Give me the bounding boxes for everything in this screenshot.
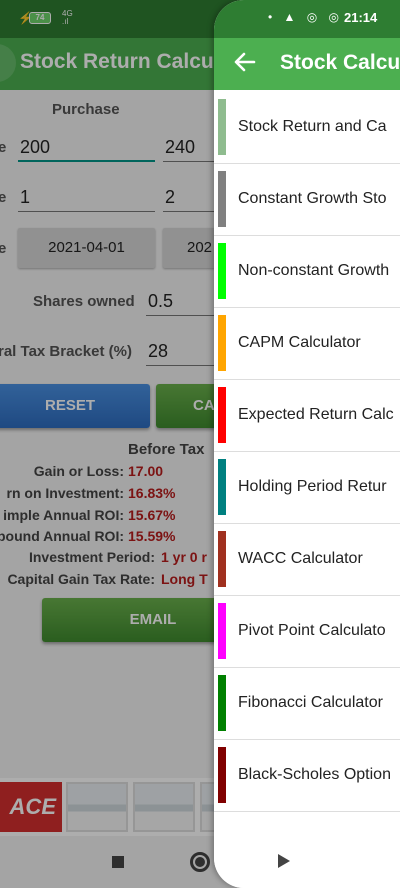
drawer-menu-item[interactable]: Pivot Point Calculato <box>214 596 400 668</box>
clock: 21:14 <box>344 10 378 25</box>
color-indicator <box>218 243 226 299</box>
color-indicator <box>218 171 226 227</box>
drawer-toolbar: Stock Calcul <box>214 38 400 90</box>
drawer-menu-item[interactable]: Constant Growth Sto <box>214 164 400 236</box>
navigation-bar <box>214 836 400 888</box>
drawer-menu-label: Constant Growth Sto <box>238 190 387 207</box>
drawer-menu: Stock Return and Ca Constant Growth Sto No… <box>214 92 400 812</box>
status-icons: • ▲ ◎ ◎ <box>268 10 344 24</box>
color-indicator <box>218 675 226 731</box>
drawer-menu-label: Pivot Point Calculato <box>238 622 386 639</box>
drawer-menu-item[interactable]: Stock Return and Ca <box>214 92 400 164</box>
navigation-drawer: • ▲ ◎ ◎ 21:14 Stock Calcul Stock Return … <box>214 0 400 888</box>
back-arrow-icon[interactable] <box>232 49 258 75</box>
drawer-menu-item[interactable]: Fibonacci Calculator <box>214 668 400 740</box>
status-bar: • ▲ ◎ ◎ 21:14 <box>214 0 400 38</box>
drawer-menu-label: Fibonacci Calculator <box>238 694 383 711</box>
color-indicator <box>218 531 226 587</box>
drawer-menu-label: Black-Scholes Option <box>238 766 391 783</box>
drawer-menu-label: Holding Period Retur <box>238 478 387 495</box>
color-indicator <box>218 99 226 155</box>
drawer-menu-item[interactable]: CAPM Calculator <box>214 308 400 380</box>
drawer-menu-item[interactable]: Non-constant Growth <box>214 236 400 308</box>
drawer-menu-label: Non-constant Growth <box>238 262 390 279</box>
drawer-menu-item[interactable]: WACC Calculator <box>214 524 400 596</box>
color-indicator <box>218 747 226 803</box>
drawer-menu-item[interactable]: Expected Return Calc <box>214 380 400 452</box>
drawer-menu-item[interactable]: Holding Period Retur <box>214 452 400 524</box>
color-indicator <box>218 315 226 371</box>
drawer-menu-label: Expected Return Calc <box>238 406 394 423</box>
color-indicator <box>218 603 226 659</box>
back-nav-icon[interactable] <box>278 854 290 868</box>
drawer-menu-label: CAPM Calculator <box>238 334 361 351</box>
color-indicator <box>218 459 226 515</box>
drawer-title: Stock Calcul <box>280 51 400 74</box>
drawer-menu-label: Stock Return and Ca <box>238 118 387 135</box>
drawer-menu-item[interactable]: Black-Scholes Option <box>214 740 400 812</box>
color-indicator <box>218 387 226 443</box>
drawer-menu-label: WACC Calculator <box>238 550 363 567</box>
